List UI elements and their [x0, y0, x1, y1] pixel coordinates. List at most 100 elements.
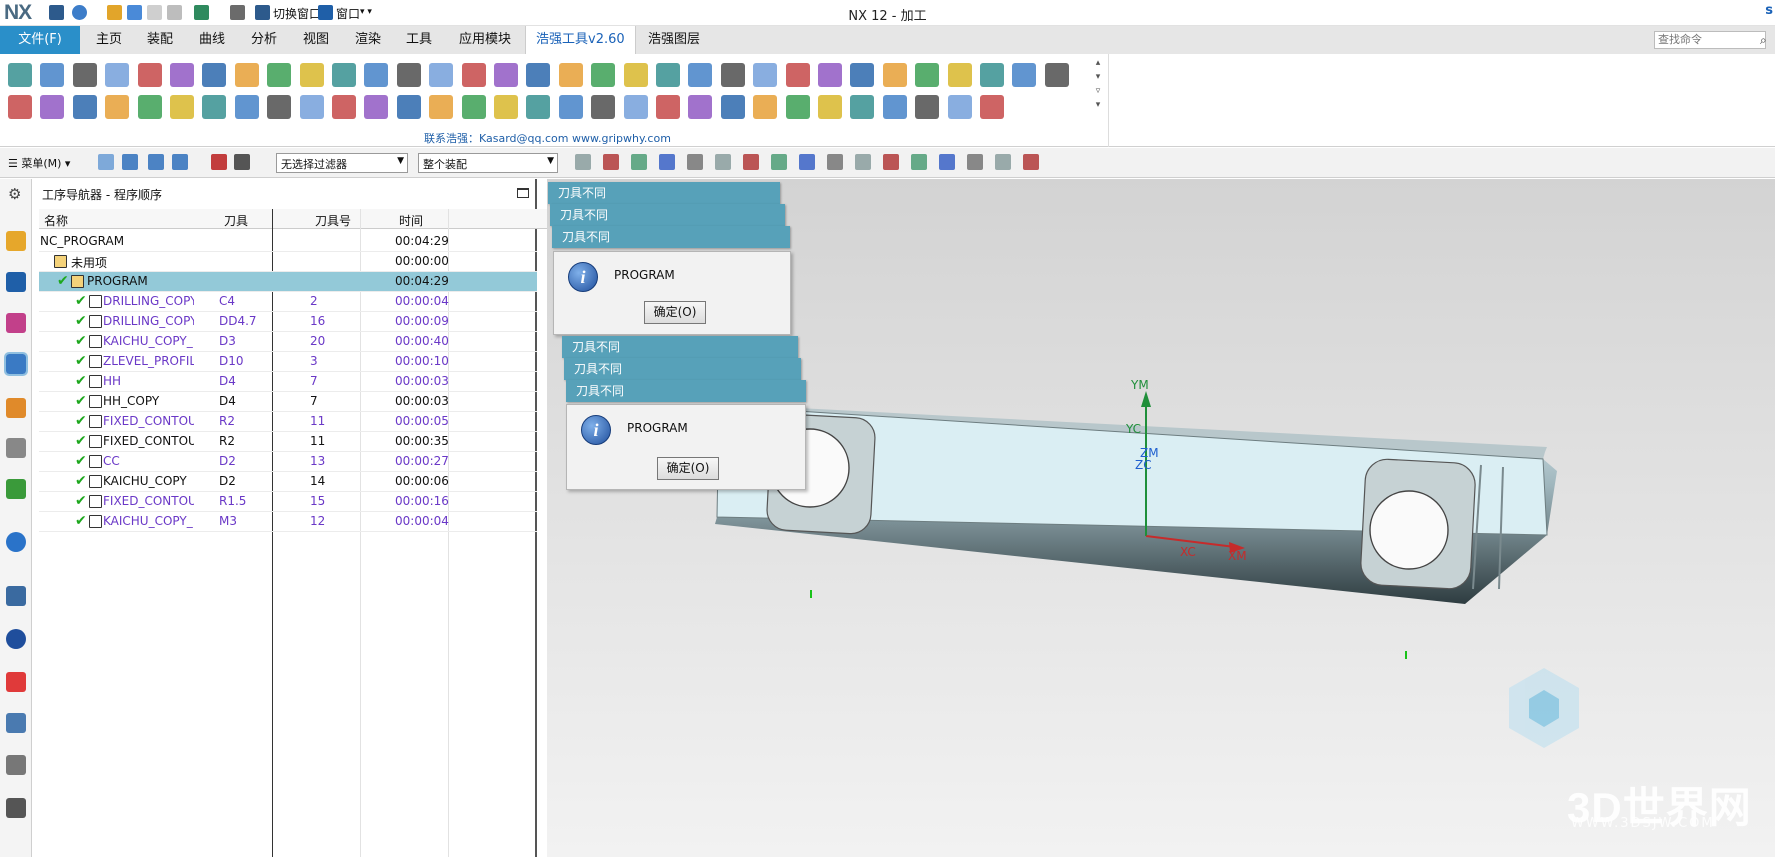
kc-tool-icon[interactable]: [364, 63, 389, 87]
tool-path-icon[interactable]: [40, 95, 65, 119]
dialog-title[interactable]: 刀具不同: [552, 226, 790, 248]
delete-icon[interactable]: [137, 63, 162, 87]
table-icon[interactable]: [980, 63, 1004, 87]
tree-icon[interactable]: [494, 63, 518, 87]
analysis-tool-icon[interactable]: [6, 713, 26, 733]
dialog-title[interactable]: 刀具不同: [548, 182, 780, 204]
postprocess-icon[interactable]: [947, 63, 972, 87]
view-options-icon[interactable]: [1023, 154, 1039, 170]
gallery-icon[interactable]: [558, 95, 583, 119]
table-row[interactable]: ✔ ZLEVEL_PROFILE D10 3 00:00:10: [39, 352, 537, 372]
tab-haoqiang-layers[interactable]: 浩强图层: [638, 26, 710, 54]
cone-icon[interactable]: [396, 95, 421, 119]
rotate-icon[interactable]: [855, 154, 871, 170]
column-header-tool[interactable]: 刀具: [224, 212, 248, 229]
snap-point-icon[interactable]: [211, 154, 227, 170]
battery-alt-icon[interactable]: [785, 63, 810, 87]
routing-icon[interactable]: [137, 95, 162, 119]
table-row[interactable]: ✔ FIXED_CONTOUR_C... R1.5 15 00:00:16: [39, 492, 537, 512]
ruler-icon[interactable]: [234, 63, 259, 87]
table-row[interactable]: ✔ KAICHU_COPY_1_C... D3 20 00:00:40: [39, 332, 537, 352]
orient-icon[interactable]: [911, 154, 927, 170]
cube-tool-icon[interactable]: [202, 63, 227, 87]
swap-icon[interactable]: [429, 63, 454, 87]
view-cube-icon[interactable]: [332, 95, 356, 119]
align-icon[interactable]: [202, 95, 227, 119]
column-header-tool-number[interactable]: 刀具号: [315, 212, 351, 229]
box-icon[interactable]: [299, 63, 324, 87]
select-component-icon[interactable]: [122, 154, 138, 170]
select-filter-icon[interactable]: [98, 154, 114, 170]
settings-gear-icon[interactable]: ⚙: [8, 185, 21, 203]
package-icon[interactable]: [623, 95, 648, 119]
save-icon[interactable]: [49, 5, 64, 20]
table-row[interactable]: ✔ DRILLING_COPY C4 2 00:00:04: [39, 292, 537, 312]
stairs-icon[interactable]: [623, 63, 648, 87]
layers-icon[interactable]: [526, 63, 551, 87]
select-body-icon[interactable]: [148, 154, 164, 170]
undo-icon[interactable]: [72, 5, 87, 20]
zoom-icon[interactable]: [827, 154, 843, 170]
monitor-icon[interactable]: [818, 95, 842, 119]
cut-icon[interactable]: [107, 5, 122, 20]
table-row[interactable]: ✔ KAICHU_COPY D2 14 00:00:06: [39, 472, 537, 492]
column-header-name[interactable]: 名称: [44, 212, 68, 229]
zoom-fit-icon[interactable]: [799, 154, 815, 170]
table-row[interactable]: ✔ PROGRAM 00:04:29: [39, 272, 537, 292]
tab-tools[interactable]: 工具: [396, 26, 442, 54]
tab-assembly[interactable]: 装配: [137, 26, 183, 54]
cylinder-bar-icon[interactable]: [558, 63, 583, 87]
report-icon[interactable]: [688, 95, 713, 119]
dialog-title[interactable]: 刀具不同: [566, 380, 806, 402]
prt-tool-icon[interactable]: [461, 63, 486, 87]
tab-view[interactable]: 视图: [293, 26, 339, 54]
switch-window-icon[interactable]: [255, 5, 270, 20]
deselect-icon[interactable]: [631, 154, 647, 170]
tab-applications[interactable]: 应用模块: [449, 26, 521, 54]
lightning-icon[interactable]: [850, 95, 875, 119]
tab-file[interactable]: 文件(F): [0, 26, 80, 54]
snap-midpoint-icon[interactable]: [659, 154, 675, 170]
scope-dropdown[interactable]: 整个装配 ▼: [418, 153, 558, 173]
vehicle-icon[interactable]: [105, 95, 130, 119]
fit-icon[interactable]: [720, 95, 745, 119]
library-icon[interactable]: [6, 479, 26, 499]
assembly-navigator-icon[interactable]: [6, 272, 26, 292]
moon-icon[interactable]: [947, 95, 972, 119]
info-icon[interactable]: [6, 532, 26, 552]
table-row[interactable]: ✔ FIXED_CONTOUR R2 11 00:00:35: [39, 432, 537, 452]
tab-analysis[interactable]: 分析: [241, 26, 287, 54]
battery-icon[interactable]: [753, 63, 778, 87]
create-tool-icon[interactable]: [40, 63, 65, 87]
column-header-time[interactable]: 时间: [399, 212, 423, 229]
table-row[interactable]: ✔ HH_COPY D4 7 00:00:03: [39, 392, 537, 412]
dialog-title[interactable]: 刀具不同: [562, 336, 798, 358]
table-row[interactable]: ✔ DRILLING_COPY_1_... DD4.7 16 00:00:09: [39, 312, 537, 332]
pipe-icon[interactable]: [688, 63, 713, 87]
web-browser-icon[interactable]: [6, 586, 26, 606]
wizard-icon[interactable]: [656, 95, 680, 119]
ribbon-scroll-chevron-icon[interactable]: ▴ ▾ ▿ ▾: [1092, 56, 1104, 140]
palette-icon[interactable]: [6, 672, 26, 692]
list-icon[interactable]: [8, 95, 32, 119]
tab-haoqiang-tools[interactable]: 浩强工具v2.60: [525, 26, 636, 54]
create-geometry-icon[interactable]: [72, 63, 97, 87]
table-row[interactable]: ✔ KAICHU_COPY_1_C... M3 12 00:00:04: [39, 512, 537, 532]
paste-special-icon[interactable]: [167, 5, 182, 20]
blank-icon[interactable]: [591, 95, 616, 119]
workflow-icon[interactable]: [575, 154, 591, 170]
table-row[interactable]: ✔ HH D4 7 00:00:03: [39, 372, 537, 392]
folder-icon[interactable]: [785, 95, 810, 119]
shaded-edges-icon[interactable]: [771, 154, 787, 170]
robot-icon[interactable]: [6, 755, 26, 775]
search-icon[interactable]: ⌕: [1760, 33, 1767, 48]
curve-icon[interactable]: [850, 63, 875, 87]
pan-icon[interactable]: [883, 154, 899, 170]
green-box-icon[interactable]: [1044, 63, 1069, 87]
number-list-icon[interactable]: [753, 95, 778, 119]
flag-icon[interactable]: [299, 95, 324, 119]
maximize-icon[interactable]: [517, 188, 529, 198]
rect-select-icon[interactable]: [687, 154, 703, 170]
table-row[interactable]: NC_PROGRAM 00:04:29: [39, 232, 537, 252]
ok-button[interactable]: 确定(O): [657, 457, 719, 480]
